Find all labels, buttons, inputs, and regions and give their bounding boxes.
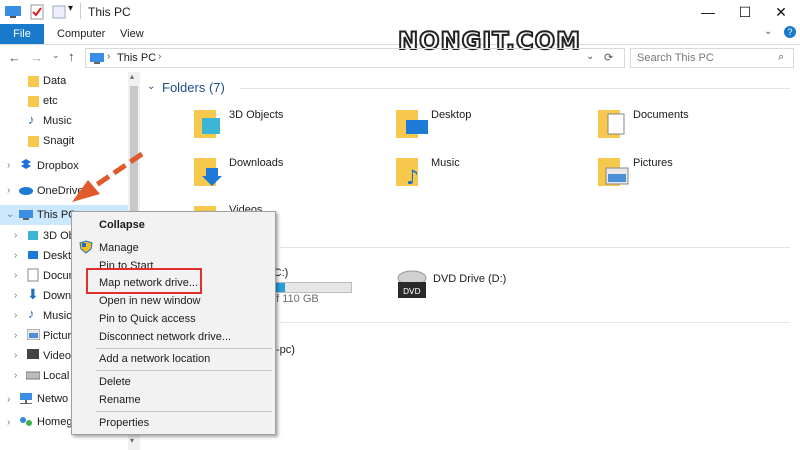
menu-disconnect-network-drive[interactable]: Disconnect network drive... xyxy=(99,331,231,343)
folder-downloads-icon xyxy=(194,158,222,186)
folder-music-icon: ♪ xyxy=(396,158,419,188)
section-divider xyxy=(280,247,790,248)
network-location-partial[interactable]: -pc) xyxy=(276,344,295,356)
folder-pictures[interactable]: Pictures xyxy=(633,157,673,169)
drive-c-space: of 110 GB xyxy=(270,293,319,305)
menu-manage[interactable]: Manage xyxy=(99,242,139,254)
folder-desktop-icon xyxy=(396,110,428,138)
folder-downloads[interactable]: Downloads xyxy=(229,157,283,169)
dvd-drive[interactable]: DVD Drive (D:) xyxy=(433,273,506,285)
folder-music[interactable]: Music xyxy=(431,157,460,169)
folder-documents[interactable]: Documents xyxy=(633,109,689,121)
folder-3d-objects[interactable]: 3D Objects xyxy=(229,109,283,121)
svg-text:♪: ♪ xyxy=(406,165,419,188)
dvd-badge: DVD xyxy=(403,287,421,296)
context-menu: Collapse Manage Pin to Start Map network… xyxy=(71,211,276,435)
shield-icon xyxy=(79,240,93,254)
section-divider xyxy=(240,88,790,89)
menu-separator xyxy=(96,348,272,349)
folder-pictures-icon xyxy=(598,158,629,186)
menu-collapse[interactable]: Collapse xyxy=(99,219,145,231)
menu-separator xyxy=(96,411,272,412)
section-divider xyxy=(280,322,790,323)
menu-add-network-location[interactable]: Add a network location xyxy=(99,353,210,365)
menu-open-new-window[interactable]: Open in new window xyxy=(99,295,201,307)
menu-separator xyxy=(96,370,272,371)
highlight-box xyxy=(86,268,202,294)
menu-rename[interactable]: Rename xyxy=(99,394,141,406)
dvd-drive-icon: DVD xyxy=(397,270,427,298)
menu-properties[interactable]: Properties xyxy=(99,417,149,429)
drive-c-usage-bar xyxy=(270,282,352,293)
folders-header[interactable]: Folders (7) xyxy=(162,80,225,95)
menu-delete[interactable]: Delete xyxy=(99,376,131,388)
folder-documents-icon xyxy=(598,110,625,138)
menu-pin-quick-access[interactable]: Pin to Quick access xyxy=(99,313,196,325)
folder-desktop[interactable]: Desktop xyxy=(431,109,471,121)
section-collapse-icon[interactable]: ⌄ xyxy=(147,81,155,92)
folder-3d-objects-icon xyxy=(194,110,220,138)
